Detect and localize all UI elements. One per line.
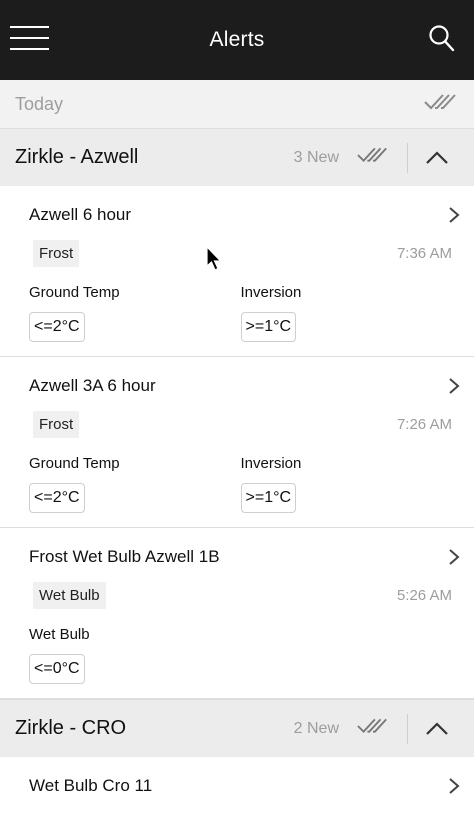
- divider: [407, 713, 408, 744]
- condition-label: Ground Temp: [29, 455, 120, 472]
- new-count-badge: 2 New: [293, 719, 339, 737]
- condition-value: <=2°C: [29, 312, 85, 342]
- alert-type-tag: Frost: [33, 411, 80, 438]
- alert-card[interactable]: Frost Wet Bulb Azwell 1B Wet Bulb 5:26 A…: [0, 528, 474, 699]
- condition-value: >=1°C: [240, 312, 297, 342]
- alert-title: Azwell 6 hour: [29, 205, 132, 224]
- condition: Inversion >=1°C: [240, 455, 453, 513]
- alert-title: Wet Bulb Cro 11: [29, 776, 153, 795]
- condition: Ground Temp <=2°C: [29, 455, 241, 513]
- group-name: Zirkle - CRO: [15, 717, 127, 739]
- double-check-icon[interactable]: [357, 716, 389, 741]
- condition-value: <=0°C: [29, 654, 85, 684]
- page-title: Alerts: [209, 28, 265, 51]
- hamburger-icon[interactable]: [10, 25, 50, 51]
- condition-label: Inversion: [240, 455, 302, 472]
- double-check-icon[interactable]: [357, 145, 389, 170]
- top-bar: Alerts: [0, 0, 474, 80]
- condition-value: >=1°C: [240, 483, 297, 513]
- condition-value: <=2°C: [29, 483, 85, 513]
- search-icon[interactable]: [428, 24, 456, 54]
- alert-card[interactable]: Azwell 3A 6 hour Frost 7:26 AM Ground Te…: [0, 357, 474, 528]
- alert-time: 5:26 AM: [396, 587, 452, 604]
- chevron-right-icon[interactable]: [448, 377, 460, 395]
- alert-type-tag: Wet Bulb: [33, 582, 106, 609]
- chevron-right-icon[interactable]: [448, 206, 460, 224]
- chevron-up-icon[interactable]: [422, 148, 452, 168]
- condition: Ground Temp <=2°C: [29, 284, 241, 342]
- condition: Wet Bulb <=0°C: [29, 626, 242, 684]
- alert-time: 7:26 AM: [396, 416, 452, 433]
- alert-title: Azwell 3A 6 hour: [29, 376, 156, 395]
- alert-time: 7:36 AM: [396, 245, 452, 262]
- condition-label: Wet Bulb: [29, 626, 90, 643]
- new-count-badge: 3 New: [293, 148, 339, 166]
- group-header-zirkle-cro[interactable]: Zirkle - CRO 2 New: [0, 699, 474, 757]
- condition: Inversion >=1°C: [240, 284, 453, 342]
- today-label: Today: [15, 93, 64, 114]
- condition-label: Inversion: [240, 284, 302, 301]
- condition-label: Ground Temp: [29, 284, 120, 301]
- today-section-header: Today: [0, 80, 474, 128]
- alert-card[interactable]: Azwell 6 hour Frost 7:36 AM Ground Temp …: [0, 186, 474, 357]
- double-check-icon[interactable]: [424, 92, 458, 117]
- group-name: Zirkle - Azwell: [15, 146, 139, 168]
- alert-title: Frost Wet Bulb Azwell 1B: [29, 547, 220, 566]
- alert-card[interactable]: Wet Bulb Cro 11: [0, 757, 474, 819]
- chevron-right-icon[interactable]: [448, 548, 460, 566]
- alert-type-tag: Frost: [33, 240, 80, 267]
- chevron-up-icon[interactable]: [422, 719, 452, 739]
- mouse-cursor-icon: [206, 245, 222, 272]
- chevron-right-icon[interactable]: [448, 777, 460, 795]
- group-header-zirkle-azwell[interactable]: Zirkle - Azwell 3 New: [0, 128, 474, 186]
- divider: [407, 142, 408, 173]
